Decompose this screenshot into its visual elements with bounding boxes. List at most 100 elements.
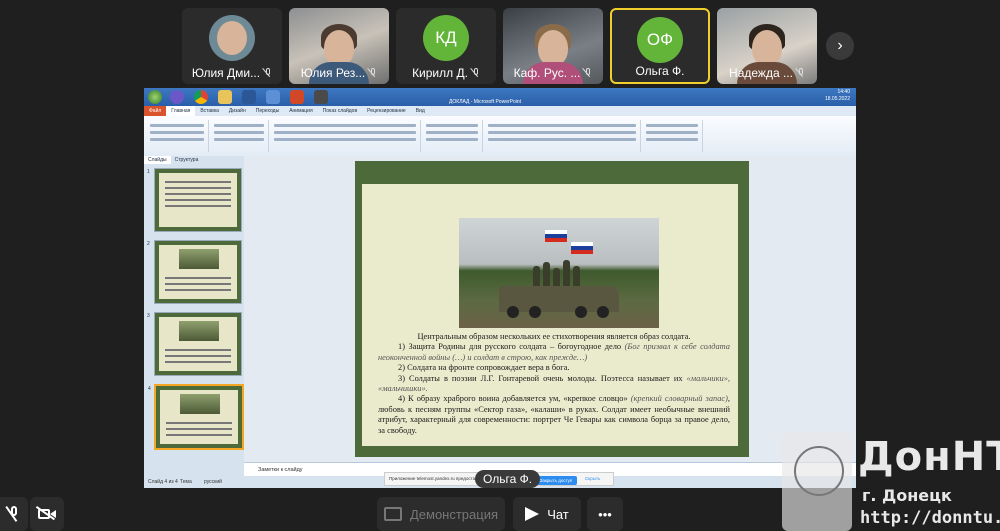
status-slide-count: Слайд 4 из 4 bbox=[148, 479, 178, 485]
watermark-url: http://donntu.ru bbox=[860, 508, 1000, 528]
watermark-title: ДонНТУ bbox=[858, 434, 1000, 480]
ribbon-group-font bbox=[270, 120, 421, 152]
clock-date: 18.05.2022 bbox=[824, 96, 850, 102]
point-quote: (крепкий словарный запас) bbox=[630, 394, 728, 404]
soldiers-figure bbox=[529, 258, 589, 288]
slide-point-1: 1) Защита Родины для русского солдата – … bbox=[378, 342, 730, 363]
participant-tile-3[interactable]: КД Кирилл Д. bbox=[396, 8, 496, 84]
status-theme: Тема bbox=[180, 479, 192, 485]
ribbon-tab[interactable]: Дизайн bbox=[224, 106, 251, 116]
russian-flag-icon bbox=[571, 242, 593, 254]
participant-name: Юлия Дми... bbox=[191, 66, 261, 80]
ribbon-tabs: Файл Главная Вставка Дизайн Переходы Анимация… bbox=[144, 99, 856, 116]
ribbon-tab[interactable]: Вставка bbox=[195, 106, 224, 116]
thumb-number: 1 bbox=[147, 169, 150, 175]
avatar: ОФ bbox=[637, 17, 683, 63]
slide-intro: Центральным образом нескольких ее стихот… bbox=[417, 332, 691, 341]
window-title: ДОКЛАД - Microsoft PowerPoint bbox=[449, 99, 522, 105]
participant-name: Ольга Ф. bbox=[635, 64, 685, 78]
clock-time: 14:40 bbox=[837, 89, 850, 95]
active-speaker-label: Ольга Ф. bbox=[475, 470, 541, 488]
slides-pane: Слайды Структура 1 2 3 4 bbox=[144, 156, 244, 476]
mic-muted-icon bbox=[470, 68, 480, 78]
slide-point-2: 2) Солдата на фронте сопровождает вера в… bbox=[398, 363, 570, 373]
ribbon-group-paragraph bbox=[422, 120, 483, 152]
start-icon bbox=[148, 90, 162, 104]
next-participants-button[interactable]: › bbox=[826, 32, 854, 60]
ribbon-group-drawing bbox=[484, 120, 641, 152]
app-icon bbox=[170, 90, 184, 104]
participant-tile-1[interactable]: Юлия Дми... bbox=[182, 8, 282, 84]
camera-toggle-button[interactable] bbox=[30, 497, 64, 531]
point-text: 4) К образу храброго воина добавляется у… bbox=[398, 394, 628, 404]
screen-share-label: Демонстрация bbox=[409, 506, 499, 522]
participant-tile-5[interactable]: ОФ Ольга Ф. bbox=[610, 8, 710, 84]
chrome-icon bbox=[194, 90, 208, 104]
notes-placeholder: Заметки к слайду bbox=[258, 467, 303, 473]
ribbon-tab[interactable]: Показ слайдов bbox=[318, 106, 362, 116]
screen-share-icon bbox=[383, 507, 402, 521]
avatar: КД bbox=[423, 15, 469, 61]
slide-thumbnail[interactable]: 3 bbox=[147, 312, 242, 376]
participant-name: Кирилл Д. bbox=[412, 66, 468, 80]
status-language: русский bbox=[204, 479, 222, 485]
point-text: 1) Защита Родины для русского солдата – … bbox=[398, 342, 622, 352]
mic-muted-icon bbox=[582, 68, 592, 78]
mic-muted-icon bbox=[262, 68, 272, 78]
powerpoint-icon bbox=[290, 90, 304, 104]
send-icon bbox=[525, 507, 540, 521]
point-text: 3) Солдаты в поэзии Л.Г. Гонтаревой очен… bbox=[398, 373, 683, 383]
ribbon-toolbar bbox=[144, 116, 856, 157]
participant-name: Юлия Рез... bbox=[300, 66, 366, 80]
ribbon-tab[interactable]: Вид bbox=[411, 106, 430, 116]
university-seal-icon bbox=[782, 432, 852, 531]
chevron-right-icon: › bbox=[837, 37, 843, 54]
mic-off-icon bbox=[5, 506, 20, 522]
more-icon: ••• bbox=[598, 506, 612, 522]
ribbon-tab[interactable]: Файл bbox=[144, 106, 167, 116]
slide-point-4: 4) К образу храброго воина добавляется у… bbox=[378, 394, 730, 436]
participant-tile-4[interactable]: Каф. Рус. ... bbox=[503, 8, 603, 84]
mic-toggle-button[interactable] bbox=[0, 497, 28, 531]
participant-tile-6[interactable]: Надежда ... bbox=[717, 8, 817, 84]
mic-muted-icon bbox=[367, 68, 377, 78]
hide-notification-link[interactable]: Скрыть bbox=[585, 476, 600, 481]
ribbon-tab[interactable]: Переходы bbox=[251, 106, 284, 116]
ribbon-group-editing bbox=[642, 120, 703, 152]
app-icon bbox=[314, 90, 328, 104]
thumb-number: 2 bbox=[147, 241, 150, 247]
word-icon bbox=[242, 90, 256, 104]
slide-point-3: 3) Солдаты в поэзии Л.Г. Гонтаревой очен… bbox=[378, 374, 730, 395]
slide-thumbnail-selected[interactable]: 4 bbox=[148, 384, 244, 450]
mic-muted-icon bbox=[795, 68, 805, 78]
folder-icon bbox=[266, 90, 280, 104]
ribbon-group-clipboard bbox=[146, 120, 209, 152]
chat-button[interactable]: Чат bbox=[513, 497, 581, 531]
camera-off-icon bbox=[35, 506, 56, 521]
slide-thumbnail[interactable]: 2 bbox=[147, 240, 242, 304]
russian-flag-icon bbox=[545, 230, 567, 242]
more-options-button[interactable]: ••• bbox=[587, 497, 623, 531]
slide-photo bbox=[459, 218, 659, 328]
watermark-city: г. Донецк bbox=[862, 486, 952, 505]
avatar bbox=[209, 15, 255, 61]
screen-share-button[interactable]: Демонстрация bbox=[377, 497, 505, 531]
slide-text: Центральным образом нескольких ее стихот… bbox=[378, 332, 730, 436]
participant-name: Надежда ... bbox=[729, 66, 793, 80]
stop-sharing-button[interactable]: Закрыть доступ bbox=[535, 476, 577, 485]
ribbon-tab[interactable]: Главная bbox=[166, 106, 196, 116]
ribbon-tab[interactable]: Анимация bbox=[284, 106, 317, 116]
participant-tile-2[interactable]: Юлия Рез... bbox=[289, 8, 389, 84]
participant-name: Каф. Рус. ... bbox=[513, 66, 581, 80]
tab-slides[interactable]: Слайды bbox=[144, 156, 171, 164]
slide-thumbnail[interactable]: 1 bbox=[147, 168, 242, 232]
explorer-icon bbox=[218, 90, 232, 104]
donntu-watermark: ДонНТУ г. Донецк http://donntu.ru bbox=[782, 432, 1000, 531]
slide: Центральным образом нескольких ее стихот… bbox=[355, 161, 749, 457]
thumb-number: 4 bbox=[148, 386, 151, 392]
slide-body: Центральным образом нескольких ее стихот… bbox=[362, 184, 738, 446]
ribbon-tab[interactable]: Рецензирование bbox=[362, 106, 411, 116]
ribbon-group-slides bbox=[210, 120, 269, 152]
tab-outline[interactable]: Структура bbox=[171, 156, 203, 164]
thumb-number: 3 bbox=[147, 313, 150, 319]
